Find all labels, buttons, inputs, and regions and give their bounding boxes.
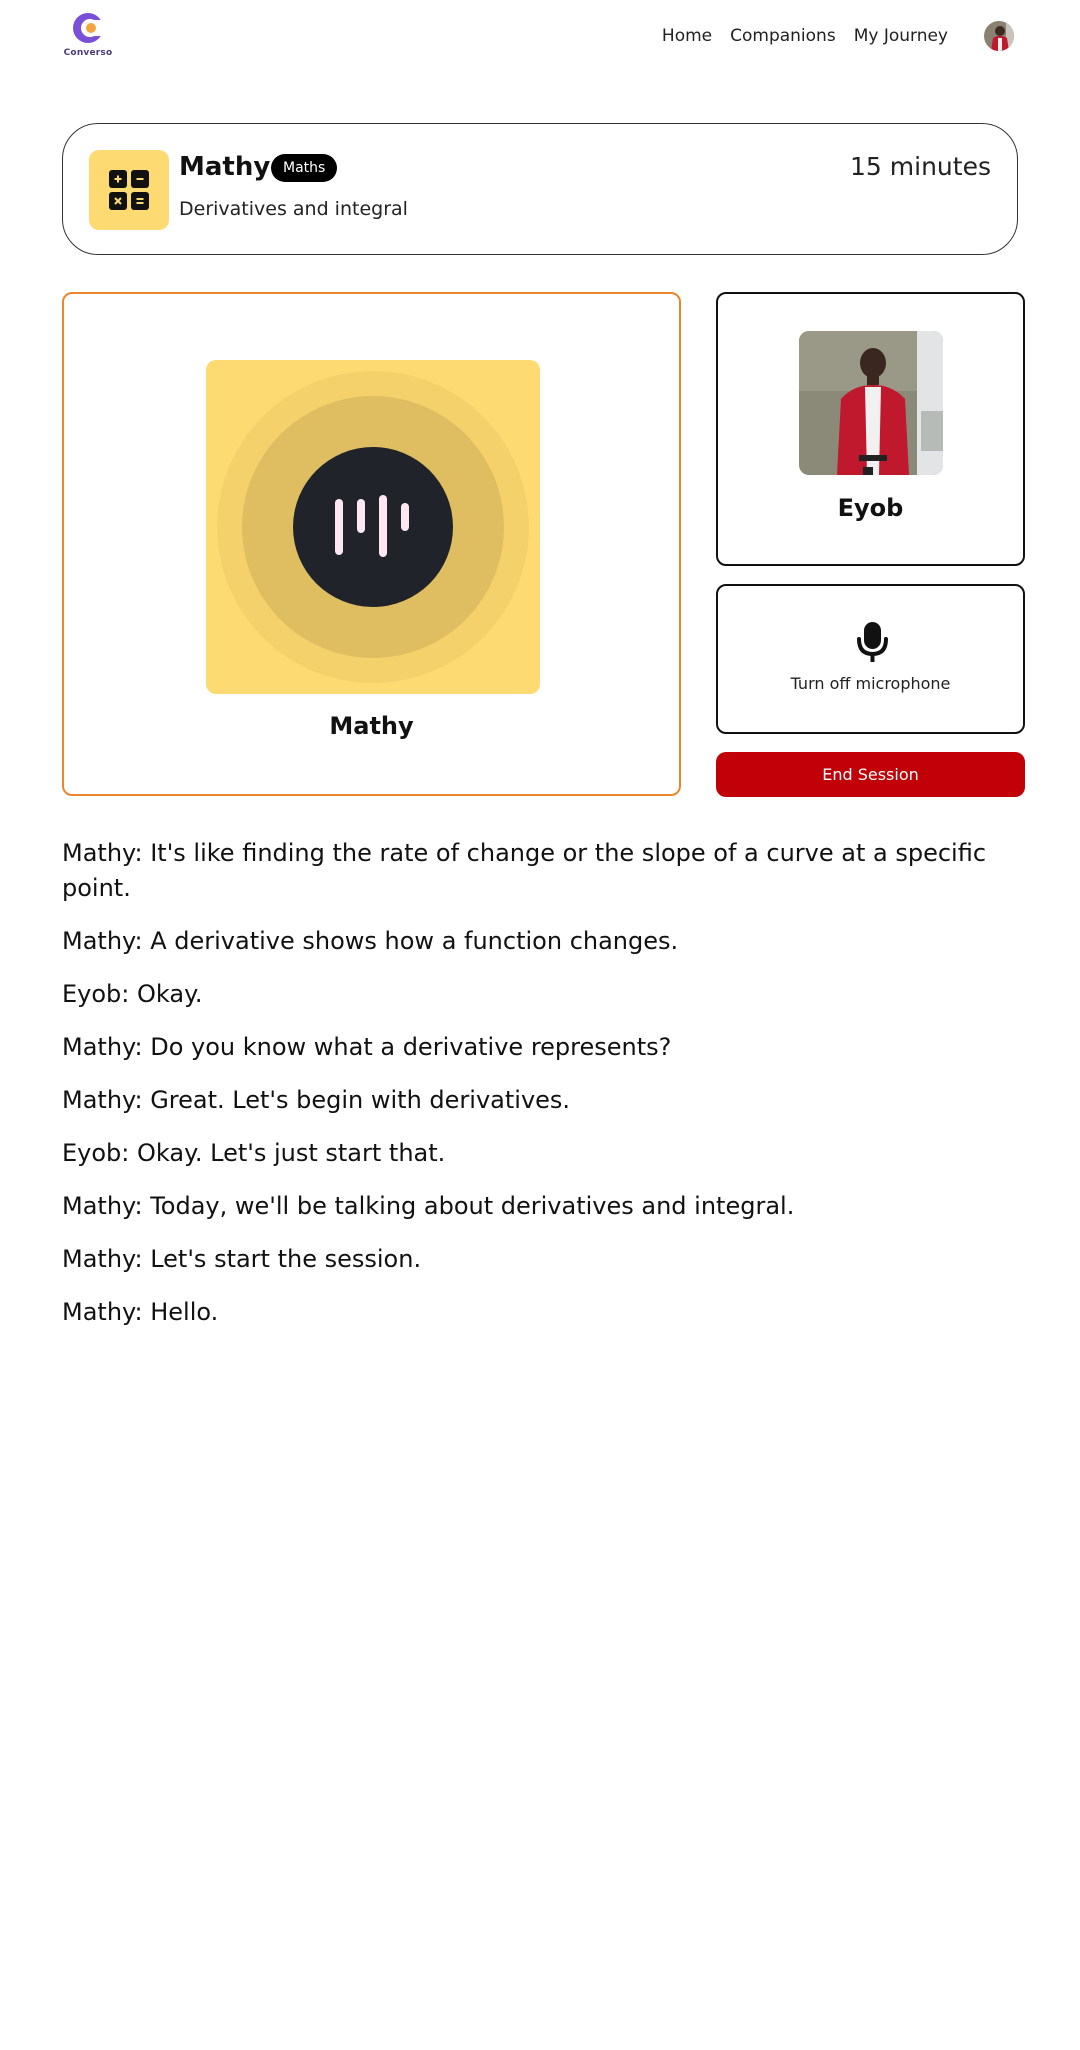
session-header-card: Mathy Maths Derivatives and integral 15 … (62, 123, 1018, 255)
transcript-line: Eyob: Okay. (62, 980, 203, 1008)
companion-stage: Mathy (62, 292, 681, 796)
nav-link-companions[interactable]: Companions (730, 14, 836, 58)
subject-badge: Maths (271, 154, 338, 182)
user-photo (799, 331, 943, 475)
companion-name: Mathy (179, 152, 271, 182)
session-duration: 15 minutes (850, 152, 991, 181)
companion-voice-visual (206, 360, 540, 694)
mic-toggle-label: Turn off microphone (790, 674, 951, 693)
soundwave-icon (293, 447, 453, 607)
transcript-line: Mathy: Great. Let's begin with derivativ… (62, 1086, 571, 1114)
mic-toggle-button[interactable]: Turn off microphone (716, 584, 1025, 734)
user-name: Eyob (837, 494, 904, 522)
transcript-line: Mathy: A derivative shows how a function… (62, 927, 679, 955)
companion-stage-name: Mathy (329, 712, 414, 740)
transcript-line: Mathy: It's like finding the rate of cha… (62, 839, 987, 902)
logo-wordmark: Converso (63, 48, 113, 58)
nav-links: Home Companions My Journey (644, 14, 1014, 58)
user-card: Eyob (716, 292, 1025, 566)
session-topic: Derivatives and integral (179, 198, 408, 220)
converso-logo[interactable]: Converso (62, 10, 114, 60)
transcript-line: Mathy: Hello. (62, 1298, 219, 1326)
end-session-button[interactable]: End Session (716, 752, 1025, 797)
nav-link-home[interactable]: Home (662, 14, 712, 58)
nav-link-my-journey[interactable]: My Journey (854, 14, 948, 58)
user-avatar[interactable] (984, 21, 1014, 51)
transcript-line: Mathy: Do you know what a derivative rep… (62, 1033, 672, 1061)
transcript-line: Mathy: Today, we'll be talking about der… (62, 1192, 795, 1220)
transcript: Mathy: It's like finding the rate of cha… (62, 836, 1022, 1348)
navbar: Converso Home Companions My Journey (0, 0, 1080, 72)
transcript-line: Mathy: Let's start the session. (62, 1245, 422, 1273)
microphone-icon (856, 622, 889, 662)
transcript-line: Eyob: Okay. Let's just start that. (62, 1139, 446, 1167)
calculator-icon (89, 150, 169, 230)
